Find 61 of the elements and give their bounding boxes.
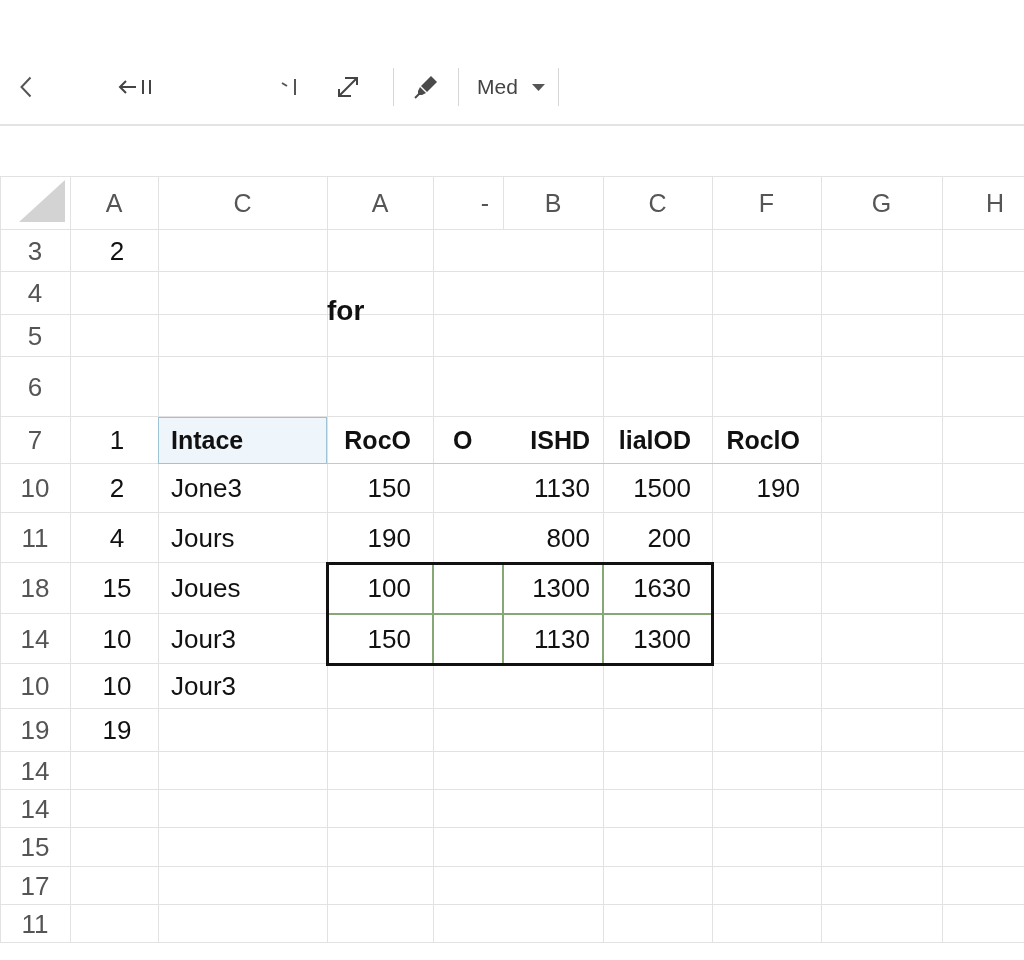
row-header[interactable]: 5 [0, 315, 70, 357]
table-cell-text: 200 [646, 521, 692, 555]
table-cell-text: Joues [170, 572, 242, 605]
table-cell-text: Jone3 [170, 472, 243, 505]
row-header[interactable]: 6 [0, 357, 70, 417]
row-header[interactable]: 10 [0, 664, 70, 709]
size-dropdown[interactable]: Med [471, 69, 551, 105]
row-header[interactable]: 14 [0, 790, 70, 828]
table-cell-text: 2 [108, 472, 126, 505]
column-header[interactable]: F [712, 176, 821, 230]
row-header[interactable]: 3 [0, 230, 70, 272]
table-cell-text: 190 [366, 521, 412, 555]
table-cell-text: 10 [101, 622, 133, 656]
table-cell-text: Jours [170, 521, 236, 555]
table-cell-text: 800 [545, 521, 591, 555]
row-header[interactable]: 15 [0, 828, 70, 867]
table-cell-text: Jour3 [170, 670, 238, 703]
table-cell-text: 1500 [632, 472, 692, 505]
table-cell-text: 4 [108, 521, 126, 555]
column-header[interactable]: B [503, 176, 603, 230]
column-header[interactable]: G [821, 176, 942, 230]
header-cell: ISHD [503, 417, 603, 464]
column-header[interactable]: C [603, 176, 712, 230]
table-cell-text: 1130 [533, 472, 591, 505]
chevron-left-icon[interactable] [20, 76, 32, 98]
table-cell-text: 15 [101, 572, 133, 605]
table-cell-text: 1 [108, 424, 126, 457]
header-cell: RoclO [712, 417, 821, 464]
column-header[interactable]: A [327, 176, 433, 230]
row-header[interactable]: 11 [0, 905, 70, 943]
caret-icon [531, 83, 545, 91]
column-header[interactable]: H [942, 176, 1024, 230]
row-header[interactable]: 14 [0, 614, 70, 664]
header-cell: RocO [327, 417, 433, 464]
diagonal-arrow-icon[interactable] [337, 76, 359, 98]
table-cell-text: 190 [755, 472, 801, 505]
row-header[interactable]: 7 [0, 417, 70, 464]
row-header[interactable]: 17 [0, 867, 70, 905]
row-header[interactable]: 14 [0, 752, 70, 790]
column-header[interactable]: C [158, 176, 327, 230]
table-cell-text: 10 [101, 670, 133, 703]
column-header[interactable]: A [70, 176, 158, 230]
table-cell: 1630 [603, 563, 712, 614]
table-cell-text: 150 [366, 472, 412, 505]
table-cell-text: 19 [101, 714, 133, 747]
table-cell: 1300 [503, 563, 603, 614]
header-cell: O [433, 417, 503, 464]
header-cell: Intace [158, 417, 327, 464]
row-header[interactable]: 4 [0, 272, 70, 315]
row-header[interactable]: 10 [0, 464, 70, 513]
row-header[interactable]: 11 [0, 513, 70, 563]
header-cell: lialOD [603, 417, 712, 464]
marker-icon[interactable] [414, 75, 438, 99]
text-label: for [327, 294, 365, 327]
arrow-left-bars-icon[interactable] [118, 78, 152, 96]
row-header[interactable]: 18 [0, 563, 70, 614]
row-header[interactable]: 19 [0, 709, 70, 752]
dash-bar-icon[interactable] [281, 78, 297, 96]
column-header[interactable]: - [433, 176, 503, 230]
table-cell-text: 2 [108, 234, 126, 268]
table-cell-text: Jour3 [170, 622, 238, 656]
